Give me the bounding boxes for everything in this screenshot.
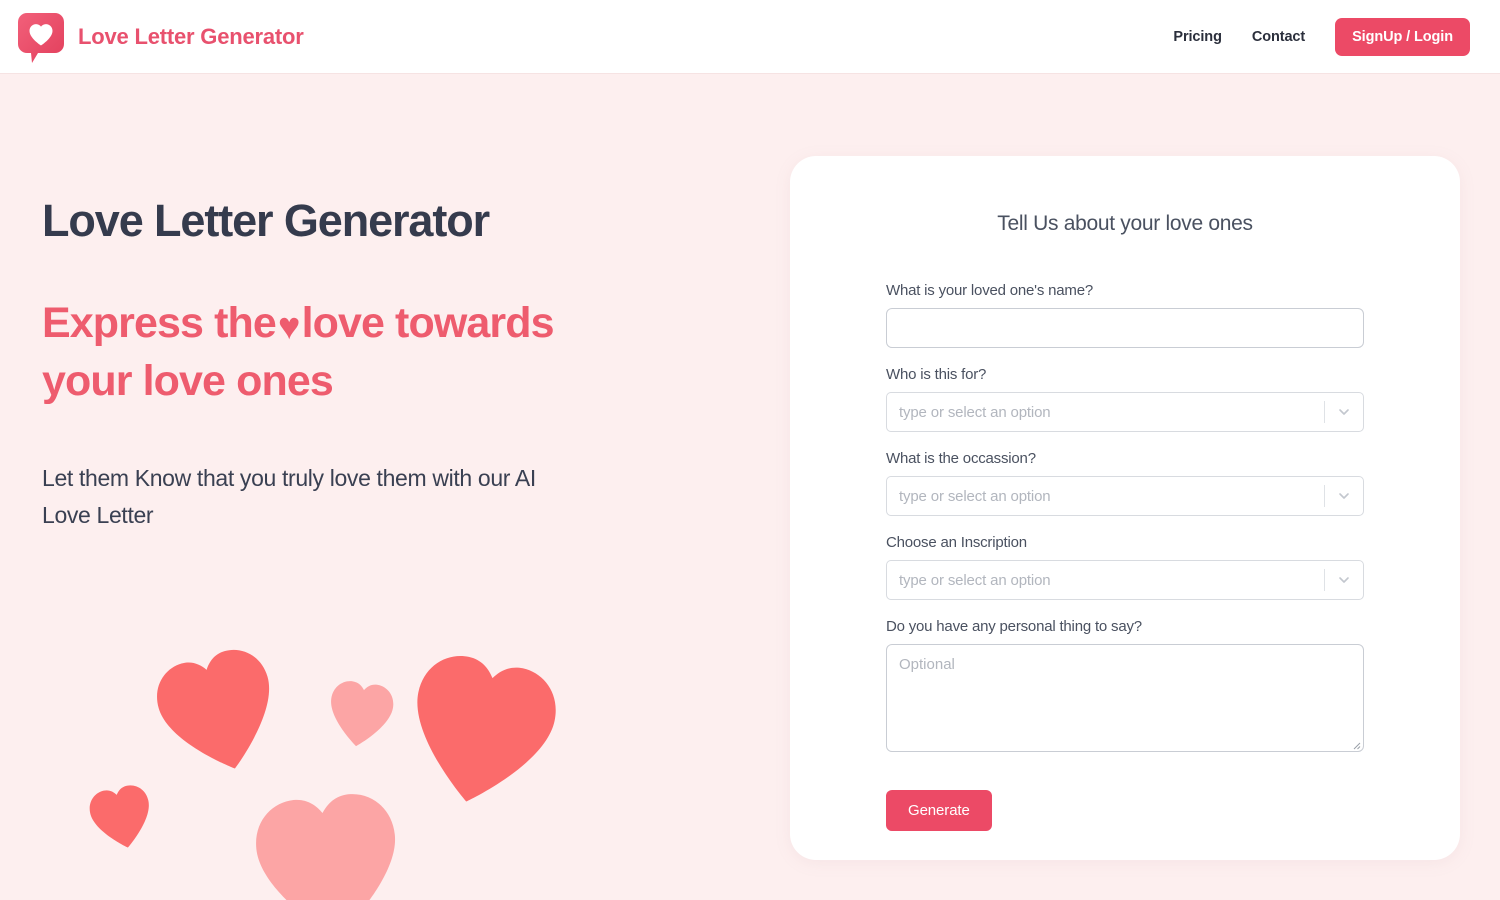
chevron-down-icon[interactable]	[1325, 393, 1363, 431]
main-nav: Pricing Contact SignUp / Login	[1173, 17, 1470, 56]
occasion-select[interactable]: type or select an option	[886, 476, 1364, 516]
personal-message-textarea[interactable]	[886, 644, 1364, 752]
heart-icon: ♥	[277, 305, 301, 348]
chevron-down-icon[interactable]	[1325, 477, 1363, 515]
signup-login-button[interactable]: SignUp / Login	[1335, 17, 1470, 56]
decorative-hearts-illustration	[60, 644, 580, 900]
speech-bubble-heart-icon	[18, 11, 64, 63]
label-personal-message: Do you have any personal thing to say?	[886, 618, 1142, 635]
nav-link-contact[interactable]: Contact	[1252, 29, 1305, 45]
label-loved-one-name: What is your loved one's name?	[886, 282, 1093, 299]
hero-description: Let them Know that you truly love them w…	[42, 465, 536, 528]
field-loved-one-name: What is your loved one's name?	[886, 282, 1364, 348]
occasion-select-value: type or select an option	[899, 487, 1051, 505]
field-recipient: Who is this for? type or select an optio…	[886, 366, 1364, 432]
hero-subtitle-part1: Express the	[42, 298, 277, 347]
recipient-select[interactable]: type or select an option	[886, 392, 1364, 432]
field-inscription: Choose an Inscription type or select an …	[886, 534, 1364, 600]
brand-name: Love Letter Generator	[78, 23, 304, 49]
page-body: Love Letter Generator Express the♥love t…	[0, 74, 1500, 900]
hero-section: Love Letter Generator Express the♥love t…	[40, 74, 780, 900]
label-inscription: Choose an Inscription	[886, 534, 1027, 551]
loved-one-name-input[interactable]	[886, 308, 1364, 348]
generate-button[interactable]: Generate	[886, 790, 992, 831]
field-occasion: What is the occassion? type or select an…	[886, 450, 1364, 516]
inscription-select[interactable]: type or select an option	[886, 560, 1364, 600]
inscription-select-value: type or select an option	[899, 571, 1051, 589]
nav-link-pricing[interactable]: Pricing	[1173, 29, 1222, 45]
site-header: Love Letter Generator Pricing Contact Si…	[0, 0, 1500, 74]
field-personal-message: Do you have any personal thing to say?	[886, 618, 1364, 752]
love-letter-form-card: Tell Us about your love ones What is you…	[790, 156, 1460, 860]
page-title: Love Letter Generator	[42, 195, 490, 246]
recipient-select-value: type or select an option	[899, 403, 1051, 421]
chevron-down-icon[interactable]	[1325, 561, 1363, 599]
brand-logo-link[interactable]: Love Letter Generator	[18, 11, 304, 63]
hero-subtitle: Express the♥love towards your love ones	[42, 294, 612, 411]
personal-message-wrapper	[886, 644, 1364, 752]
label-occasion: What is the occassion?	[886, 450, 1036, 467]
form-title: Tell Us about your love ones	[997, 212, 1253, 235]
label-recipient: Who is this for?	[886, 366, 987, 383]
